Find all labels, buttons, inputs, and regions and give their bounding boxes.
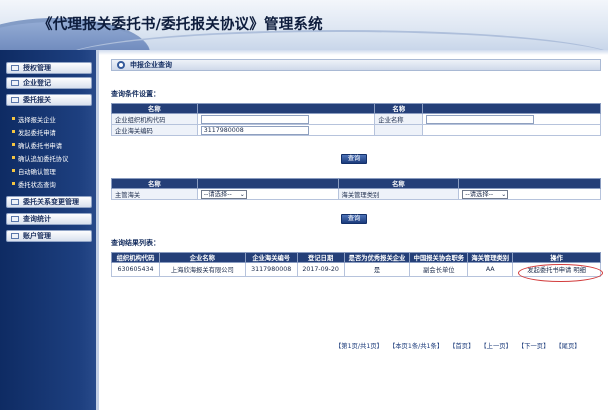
results-section-label: 查询结果列表： [111,239,160,247]
page-info: 【第1页/共1页】 [335,343,383,350]
mgmt-class-select-value: --请选择-- [465,190,494,198]
col-customs-no: 企业海关编号 [244,252,298,263]
panel-circle-icon [117,61,125,69]
conditions-header-empty [196,103,376,114]
cell-excellent: 是 [343,262,411,277]
authority-label: 主管海关 [111,188,198,200]
company-name-cell [422,113,601,125]
filters-table: 名称 名称 主管海关 --请选择-- ⌄ 海关管理类别 --请选择-- ⌄ [111,178,601,200]
customs-code-cell: 3117980008 [196,124,376,136]
chevron-down-icon: ⌄ [239,190,245,198]
cell-company: 上海欣海报关有限公司 [158,262,246,277]
filter-query-button[interactable]: 查询 [341,214,367,224]
submenu-auto-confirm[interactable]: 自动确认管理 [12,167,56,176]
sidebar-item-label: 账户管理 [23,232,51,240]
col-org-code: 组织机构代码 [111,252,160,263]
conditions-header-name: 名称 [111,103,198,114]
prev-page-link[interactable]: 【上一页】 [480,343,511,350]
col-mgmt-class: 海关管理类别 [467,252,514,263]
last-page-link[interactable]: 【尾页】 [555,343,580,350]
submenu-start-application[interactable]: 发起委托申请 [12,128,56,137]
chevron-down-icon: ⌄ [501,190,507,198]
col-actions: 操作 [512,252,601,263]
folder-icon [11,199,19,205]
org-code-input[interactable] [200,114,309,124]
folder-icon [11,80,19,86]
authority-select-value: --请选择-- [203,190,232,198]
folder-icon [11,65,19,71]
company-name-label: 企业名称 [374,113,424,125]
filters-header-name-2: 名称 [337,178,460,189]
next-page-link[interactable]: 【下一页】 [518,343,549,350]
conditions-header-empty-2 [422,103,601,114]
org-code-cell [196,113,376,125]
submenu-status-query[interactable]: 委托状态查询 [12,180,56,189]
empty-cell [422,124,601,136]
sidebar-item-label: 授权管理 [23,64,51,72]
sidebar-item-account[interactable]: 账户管理 [6,230,92,242]
filters-header-empty [196,178,339,189]
main-top-shadow [99,50,608,55]
col-company: 企业名称 [158,252,246,263]
col-reg-date: 登记日期 [296,252,345,263]
submenu-confirm-supplement[interactable]: 确认追加委托协议 [11,154,68,163]
customs-code-label: 企业海关编码 [111,124,198,136]
conditions-header-name-2: 名称 [374,103,424,114]
company-name-input[interactable] [426,114,535,124]
sidebar-item-stats[interactable]: 查询统计 [6,213,92,225]
org-code-label: 企业组织机构代码 [111,113,198,125]
panel-title: 申报企业查询 [111,59,601,71]
empty-cell [374,124,424,136]
submenu-select-broker[interactable]: 选择报关企业 [12,115,56,124]
submenu-confirm-application[interactable]: 确认委托书申请 [11,141,62,150]
results-header-row: 组织机构代码 企业名称 企业海关编号 登记日期 是否为优秀报关企业 中国报关协会… [111,252,601,263]
filters-header-empty-2 [458,178,601,189]
folder-icon [11,233,19,239]
filters-header-name: 名称 [111,178,198,189]
highlight-annotation-circle [518,264,603,282]
conditions-table: 名称 名称 企业组织机构代码 企业名称 企业海关编码 3117980008 [111,103,601,136]
folder-icon [11,216,19,222]
col-excellent: 是否为优秀报关企业 [343,252,411,263]
mgmt-class-cell: --请选择-- ⌄ [458,188,601,200]
sidebar-item-declaration[interactable]: 委托报关 [6,94,92,106]
folder-icon [11,97,19,103]
query-button[interactable]: 查询 [341,154,367,164]
main-content: 申报企业查询 查询条件设置： 名称 名称 企业组织机构代码 企业名称 企业海关编… [99,50,608,410]
sidebar-item-label: 委托报关 [23,96,51,104]
cell-assoc-role: 副会长单位 [409,262,469,277]
record-info: 【本页1条/共1条】 [388,343,444,350]
app-title: 《代理报关委托书/委托报关协议》管理系统 [38,17,323,33]
sidebar-item-registration[interactable]: 企业登记 [6,77,92,89]
cell-org-code: 630605434 [111,262,160,277]
sidebar-item-label: 委托关系变更管理 [23,198,79,206]
sidebar: 授权管理 企业登记 委托报关 选择报关企业 发起委托申请 确认委托书申请 确认追… [0,50,99,410]
sidebar-item-label: 企业登记 [23,79,51,87]
cell-mgmt-class: AA [467,262,514,277]
panel-title-text: 申报企业查询 [130,61,172,69]
mgmt-class-label: 海关管理类别 [337,188,460,200]
sidebar-item-label: 查询统计 [23,215,51,223]
authority-cell: --请选择-- ⌄ [196,188,339,200]
customs-code-input[interactable]: 3117980008 [200,125,309,135]
mgmt-class-select[interactable]: --请选择-- ⌄ [462,189,509,199]
cell-reg-date: 2017-09-20 [296,262,345,277]
col-assoc-role: 中国报关协会职务 [409,252,469,263]
sidebar-item-relation-change[interactable]: 委托关系变更管理 [6,196,92,208]
first-page-link[interactable]: 【首页】 [449,343,474,350]
app-header: 《代理报关委托书/委托报关协议》管理系统 [0,0,608,50]
cell-customs-no: 3117980008 [244,262,298,277]
sidebar-item-auth[interactable]: 授权管理 [6,62,92,74]
conditions-section-label: 查询条件设置： [111,90,160,98]
pagination: 【第1页/共1页】 【本页1条/共1条】 【首页】 【上一页】 【下一页】 【尾… [335,341,608,350]
authority-select[interactable]: --请选择-- ⌄ [200,189,247,199]
